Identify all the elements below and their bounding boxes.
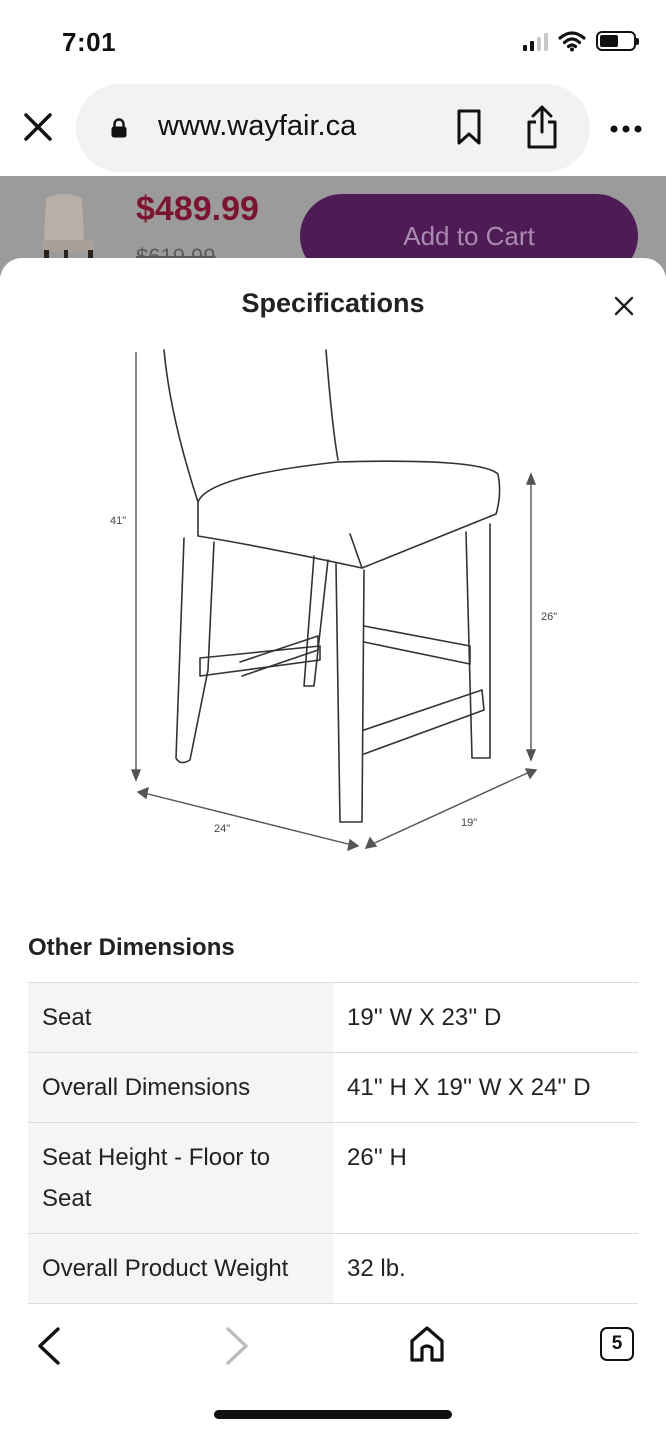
chair-dimensions-diagram: 41" 26" 24" 19" <box>110 349 557 852</box>
table-row: Overall Product Weight 32 lb. <box>28 1233 638 1304</box>
dimension-label: Overall Product Weight <box>28 1233 333 1304</box>
home-indicator[interactable] <box>214 1410 452 1419</box>
table-row: Seat Height - Floor to Seat 26'' H <box>28 1122 638 1234</box>
dimension-value: 32 lb. <box>347 1255 406 1282</box>
lock-icon <box>111 118 127 138</box>
width-dimension-label: 24" <box>214 823 230 835</box>
back-icon[interactable] <box>34 1326 64 1366</box>
table-row: Overall Dimensions 41'' H X 19'' W X 24'… <box>28 1052 638 1123</box>
dimension-value: 41'' H X 19'' W X 24'' D <box>347 1074 591 1101</box>
sheet-title: Specifications <box>241 288 425 318</box>
status-icons <box>523 30 639 52</box>
url-text: www.wayfair.ca <box>158 110 357 142</box>
height-dimension-label: 41" <box>110 515 126 527</box>
cellular-signal-icon <box>523 31 548 51</box>
dimensions-table: Seat 19'' W X 23'' D Overall Dimensions … <box>28 982 638 1304</box>
status-bar: 7:01 <box>0 0 666 84</box>
product-price: $489.99 <box>136 190 259 228</box>
browser-address-bar: www.wayfair.ca <box>0 84 666 176</box>
wifi-icon <box>558 31 586 52</box>
dimension-value: 19'' W X 23'' D <box>347 1004 502 1031</box>
home-icon[interactable] <box>408 1324 446 1364</box>
close-icon[interactable] <box>20 109 56 145</box>
battery-icon <box>596 31 639 51</box>
other-dimensions-heading: Other Dimensions <box>28 934 235 961</box>
url-field[interactable]: www.wayfair.ca <box>76 84 590 172</box>
share-icon[interactable] <box>524 104 560 150</box>
chair-line-drawing <box>163 349 501 823</box>
bookmark-icon[interactable] <box>454 108 484 146</box>
dimension-label: Seat Height - Floor to Seat <box>28 1122 333 1234</box>
dimension-label: Overall Dimensions <box>28 1052 333 1123</box>
dimension-value: 26'' H <box>347 1144 407 1171</box>
seat-height-dimension-label: 26" <box>541 611 557 623</box>
close-sheet-icon[interactable] <box>612 294 636 318</box>
forward-icon[interactable] <box>222 1326 252 1366</box>
more-options-icon[interactable] <box>609 124 643 134</box>
status-time: 7:01 <box>62 27 117 57</box>
dimension-label: Seat <box>28 982 333 1053</box>
specifications-sheet: Specifications 41" 26" 24" 19" Other Dim… <box>0 258 666 1308</box>
table-row: Seat 19'' W X 23'' D <box>28 982 638 1053</box>
tabs-button[interactable]: 5 <box>600 1327 634 1361</box>
browser-toolbar: 5 <box>0 1308 666 1440</box>
depth-dimension-label: 19" <box>461 817 477 829</box>
